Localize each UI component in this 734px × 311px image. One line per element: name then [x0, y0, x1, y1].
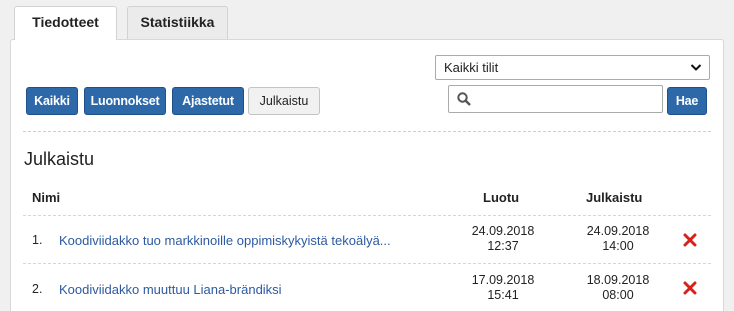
column-header-created: Luotu	[483, 190, 520, 205]
published-date-day: 24.09.2018	[586, 224, 650, 238]
published-date-day: 18.09.2018	[586, 273, 650, 287]
account-select[interactable]: Kaikki tilit	[435, 55, 710, 80]
search-field[interactable]	[448, 85, 663, 113]
filter-drafts-button[interactable]: Luonnokset	[84, 87, 166, 115]
row-title-link[interactable]: Koodiviidakko muuttuu Liana-brändiksi	[59, 282, 282, 297]
published-date-time: 14:00	[602, 239, 634, 253]
tab-tiedotteet[interactable]: Tiedotteet	[14, 6, 117, 40]
main-panel: Kaikki Luonnokset Ajastetut Julkaistu Ka…	[10, 39, 724, 311]
account-select-value: Kaikki tilit	[444, 60, 499, 75]
search-icon	[457, 92, 471, 106]
row-divider	[23, 215, 711, 216]
created-date: 24.09.2018 12:37	[463, 224, 543, 254]
filter-all-button[interactable]: Kaikki	[26, 87, 78, 115]
delete-icon[interactable]	[683, 281, 697, 295]
filter-published-button[interactable]: Julkaistu	[248, 87, 320, 115]
row-title-link[interactable]: Koodiviidakko tuo markkinoille oppimisky…	[59, 233, 391, 248]
created-date-day: 17.09.2018	[471, 273, 535, 287]
column-header-name: Nimi	[32, 190, 61, 205]
row-number: 2.	[32, 282, 43, 296]
row-number: 1.	[32, 233, 43, 247]
published-date: 24.09.2018 14:00	[578, 224, 658, 254]
delete-icon[interactable]	[683, 233, 697, 247]
filter-scheduled-button[interactable]: Ajastetut	[172, 87, 244, 115]
section-divider	[23, 131, 711, 132]
published-date: 18.09.2018 08:00	[578, 273, 658, 303]
search-button[interactable]: Hae	[667, 87, 707, 115]
published-date-time: 08:00	[602, 288, 634, 302]
created-date: 17.09.2018 15:41	[463, 273, 543, 303]
section-title: Julkaistu	[24, 149, 95, 169]
created-date-time: 12:37	[487, 239, 519, 253]
created-date-time: 15:41	[487, 288, 519, 302]
tab-statistiikka[interactable]: Statistiikka	[127, 6, 228, 39]
column-header-published: Julkaistu	[586, 190, 643, 205]
chevron-down-icon	[690, 64, 702, 71]
search-input[interactable]	[477, 87, 657, 111]
row-divider	[23, 263, 711, 264]
created-date-day: 24.09.2018	[471, 224, 535, 238]
